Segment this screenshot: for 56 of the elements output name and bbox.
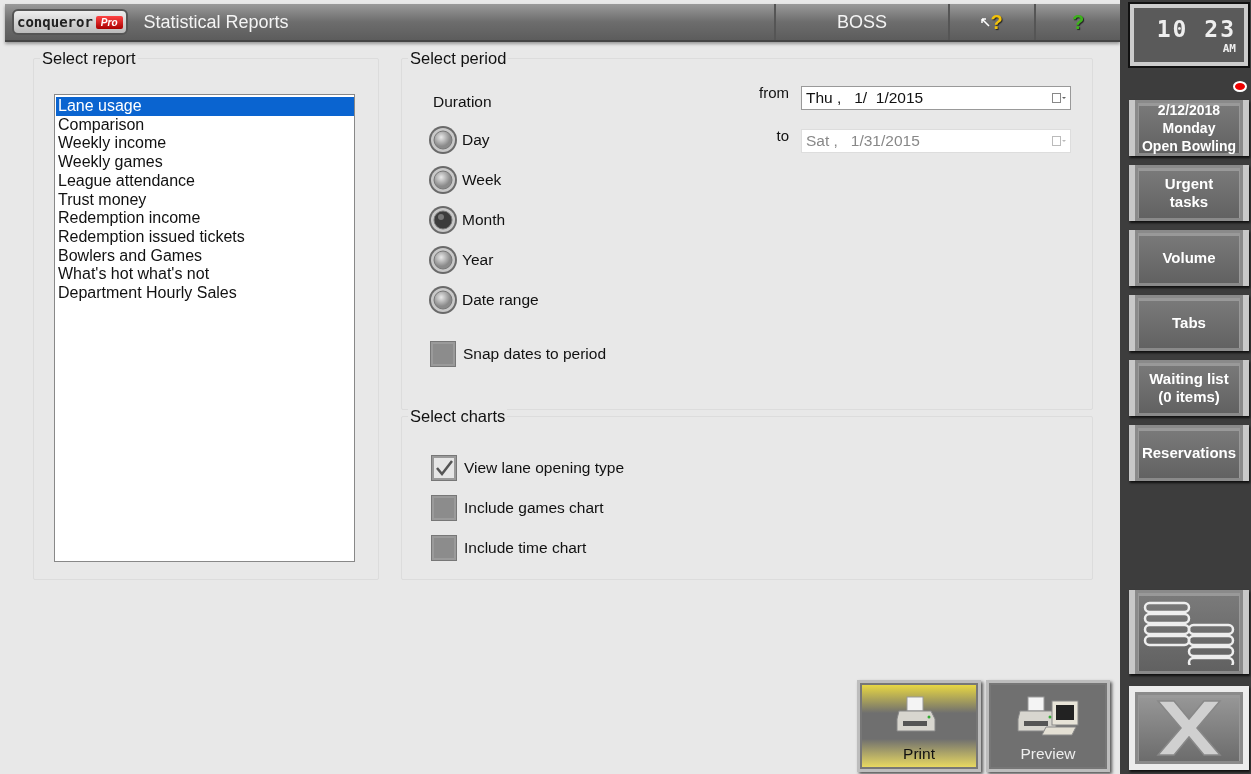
checkbox[interactable]	[431, 495, 457, 521]
lanes-button[interactable]	[1129, 590, 1249, 674]
sidebar-button[interactable]: Waiting list (0 items)	[1129, 360, 1249, 416]
user-name: BOSS	[837, 11, 887, 33]
pointer-icon	[981, 17, 991, 27]
sidebar-button[interactable]: Reservations	[1129, 425, 1249, 481]
sidebar-button[interactable]: 2/12/2018 Monday Open Bowling	[1129, 100, 1249, 156]
group-heading: Select report	[40, 49, 138, 68]
sidebar-button[interactable]: Urgent tasks	[1129, 165, 1249, 221]
radio-label: Date range	[462, 291, 539, 309]
list-item[interactable]: League attendance	[56, 171, 354, 191]
radio-label: Year	[462, 251, 494, 269]
list-item[interactable]: Bowlers and Games	[56, 246, 354, 266]
date-field[interactable]: Thu , 1/ 1/2015	[801, 86, 1071, 110]
radio-button[interactable]	[428, 205, 458, 235]
print-button[interactable]: Print	[857, 680, 981, 772]
preview-button[interactable]: Preview	[986, 680, 1110, 772]
close-button[interactable]	[1129, 686, 1249, 770]
radio-button[interactable]	[428, 285, 458, 315]
list-item[interactable]: Redemption issued tickets	[56, 227, 354, 247]
list-item[interactable]: Weekly games	[56, 153, 354, 172]
list-item[interactable]: Trust money	[56, 190, 354, 210]
checkbox-label: Snap dates to period	[463, 345, 607, 363]
checkbox[interactable]	[431, 455, 457, 481]
list-item[interactable]: What's hot what's not	[56, 265, 354, 285]
checkbox-label: View lane opening type	[464, 459, 624, 477]
sidebar-button[interactable]: Tabs	[1129, 295, 1249, 351]
radio-label: Week	[462, 171, 502, 189]
sidebar-button[interactable]: Volume	[1129, 230, 1249, 286]
calendar-icon	[1052, 136, 1066, 146]
date-label: from	[759, 84, 789, 101]
logo: conqueror Pro	[12, 9, 128, 35]
radio-button[interactable]	[428, 125, 458, 155]
radio-label: Month	[462, 211, 506, 229]
group-heading: Select period	[408, 49, 509, 68]
duration-label: Duration	[433, 93, 492, 110]
report-list[interactable]: Lane usage Comparison Weekly income Weekly games League attendance Trust money Redemption income Redemption issued tickets Bowlers and Games What's hot what's not Department Hourly Sales	[54, 94, 355, 562]
list-item[interactable]: Comparison	[56, 115, 354, 135]
close-icon	[1154, 699, 1224, 757]
calendar-icon	[1052, 93, 1066, 103]
list-item[interactable]: Department Hourly Sales	[56, 284, 354, 303]
list-item[interactable]: Lane usage	[56, 97, 354, 116]
printer-computer-icon	[1016, 693, 1080, 739]
date-label: to	[776, 127, 789, 144]
checkbox[interactable]	[431, 535, 457, 561]
list-item[interactable]: Redemption income	[56, 209, 354, 228]
clock: 10 23 AM	[1130, 4, 1248, 66]
radio-button[interactable]	[428, 165, 458, 195]
window-title: Statistical Reports	[143, 11, 290, 33]
stacked-rings-icon	[1141, 599, 1237, 665]
radio-label: Day	[462, 131, 490, 149]
checkbox-label: Include time chart	[464, 539, 587, 557]
list-item[interactable]: Weekly income	[56, 134, 354, 154]
radio-button[interactable]	[428, 245, 458, 275]
checkbox-label: Include games chart	[464, 499, 604, 517]
checkbox[interactable]	[430, 341, 456, 367]
